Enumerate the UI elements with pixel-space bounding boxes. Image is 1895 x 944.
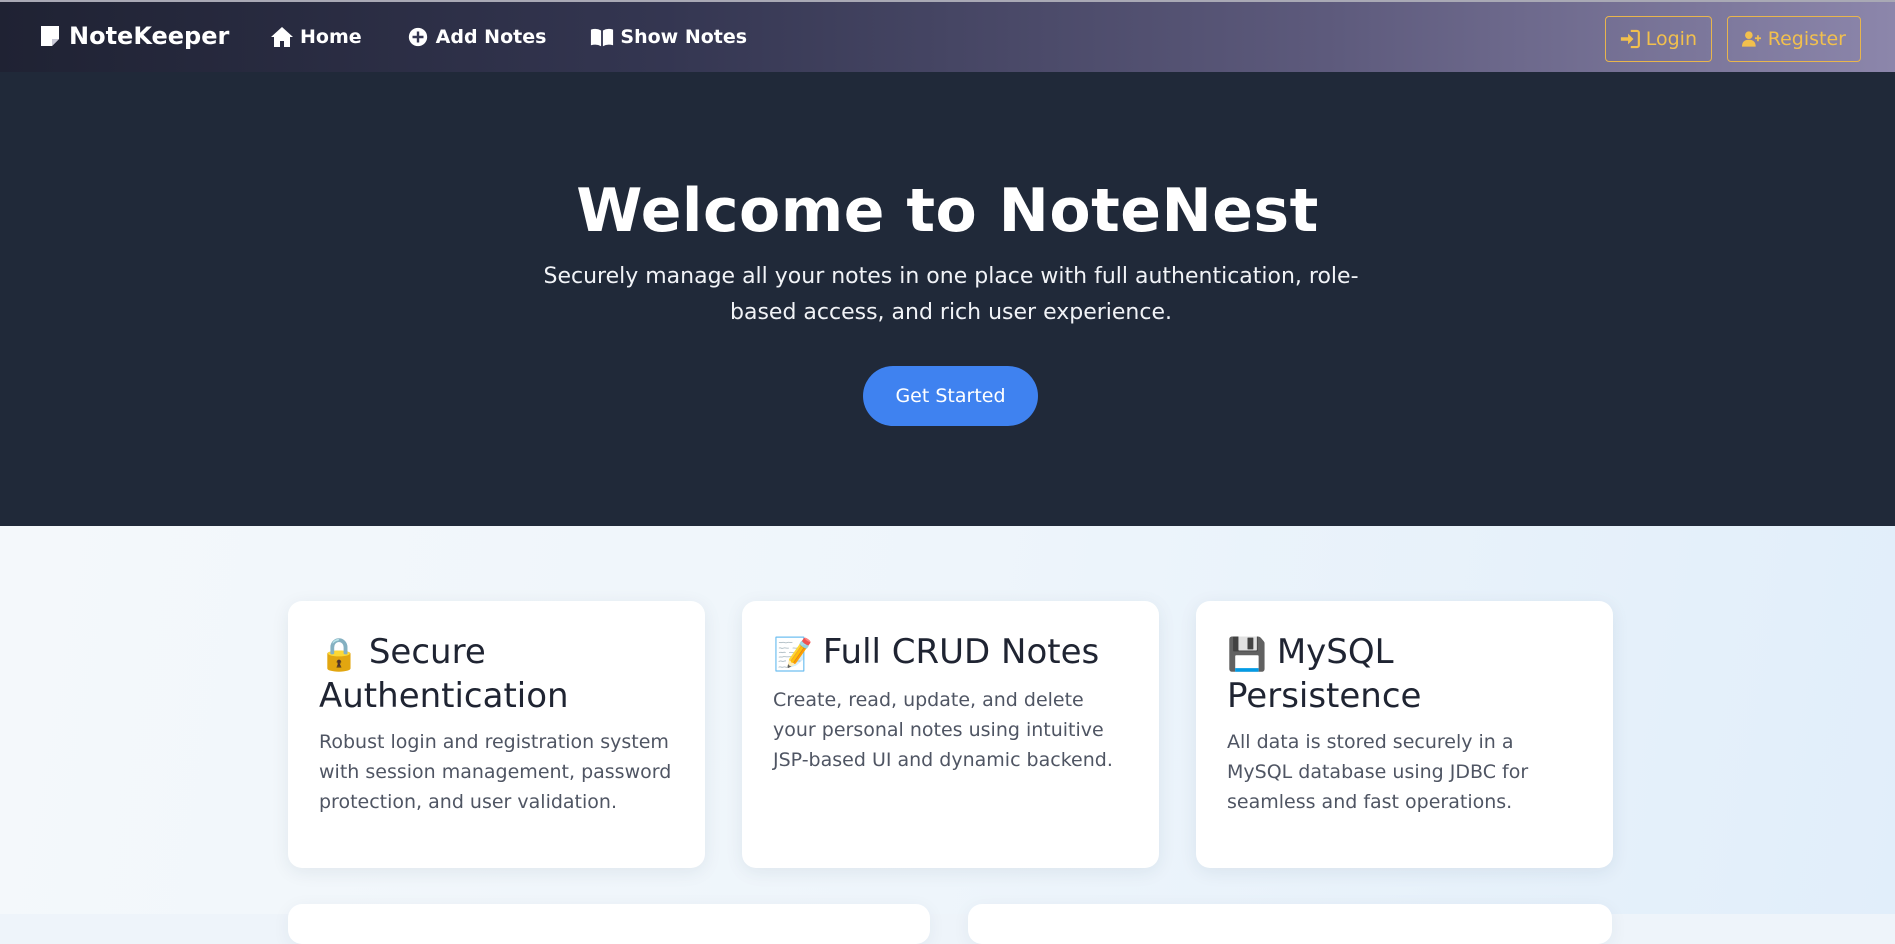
feature-description: Create, read, update, and delete your pe… <box>773 689 1113 771</box>
register-label: Register <box>1767 28 1846 50</box>
user-plus-icon <box>1742 31 1762 47</box>
nav-add-notes-label: Add Notes <box>435 26 547 48</box>
login-icon <box>1620 29 1640 49</box>
navbar: NoteKeeper Home Add Notes Show Notes Log… <box>0 0 1895 72</box>
nav-show-notes-label: Show Notes <box>620 26 748 48</box>
hero-subtitle: Securely manage all your notes in one pl… <box>543 264 1359 325</box>
lock-icon: 🔒 <box>319 635 359 673</box>
nav-add-notes[interactable]: Add Notes <box>406 26 547 48</box>
feature-card-crud: 📝 Full CRUD Notes Create, read, update, a… <box>742 601 1159 868</box>
brand-link[interactable]: NoteKeeper <box>39 22 229 50</box>
hero-title: Welcome to NoteNest <box>576 176 1319 246</box>
register-button[interactable]: Register <box>1727 16 1861 62</box>
features-section: 🔒 Secure Authentication Robust login and … <box>0 526 1895 944</box>
floppy-disk-icon: 💾 <box>1227 635 1267 673</box>
nav-home[interactable]: Home <box>270 26 362 48</box>
get-started-button[interactable]: Get Started <box>863 366 1038 426</box>
feature-description: All data is stored securely in a MySQL d… <box>1227 731 1529 813</box>
feature-card-partial <box>968 904 1612 944</box>
brand-name: NoteKeeper <box>69 22 230 50</box>
feature-card-authentication: 🔒 Secure Authentication Robust login and … <box>288 601 705 868</box>
feature-title: 💾 MySQL Persistence <box>1227 631 1582 717</box>
nav-show-notes[interactable]: Show Notes <box>590 26 747 48</box>
hero-section: Welcome to NoteNest Securely manage all … <box>0 72 1895 526</box>
feature-title: 📝 Full CRUD Notes <box>773 631 1128 675</box>
plus-circle-icon <box>408 27 427 47</box>
login-button[interactable]: Login <box>1605 16 1712 62</box>
nav-links: Home Add Notes Show Notes <box>270 26 791 48</box>
feature-card-mysql: 💾 MySQL Persistence All data is stored se… <box>1196 601 1613 868</box>
home-icon <box>271 27 293 47</box>
feature-card-partial <box>288 904 930 944</box>
feature-title-text: Full CRUD Notes <box>822 632 1100 672</box>
feature-description: Robust login and registration system wit… <box>319 731 672 813</box>
nav-home-label: Home <box>300 26 362 48</box>
login-label: Login <box>1645 28 1697 50</box>
note-icon <box>41 26 59 46</box>
book-icon <box>591 28 614 47</box>
feature-title: 🔒 Secure Authentication <box>319 631 674 717</box>
memo-icon: 📝 <box>773 635 813 673</box>
